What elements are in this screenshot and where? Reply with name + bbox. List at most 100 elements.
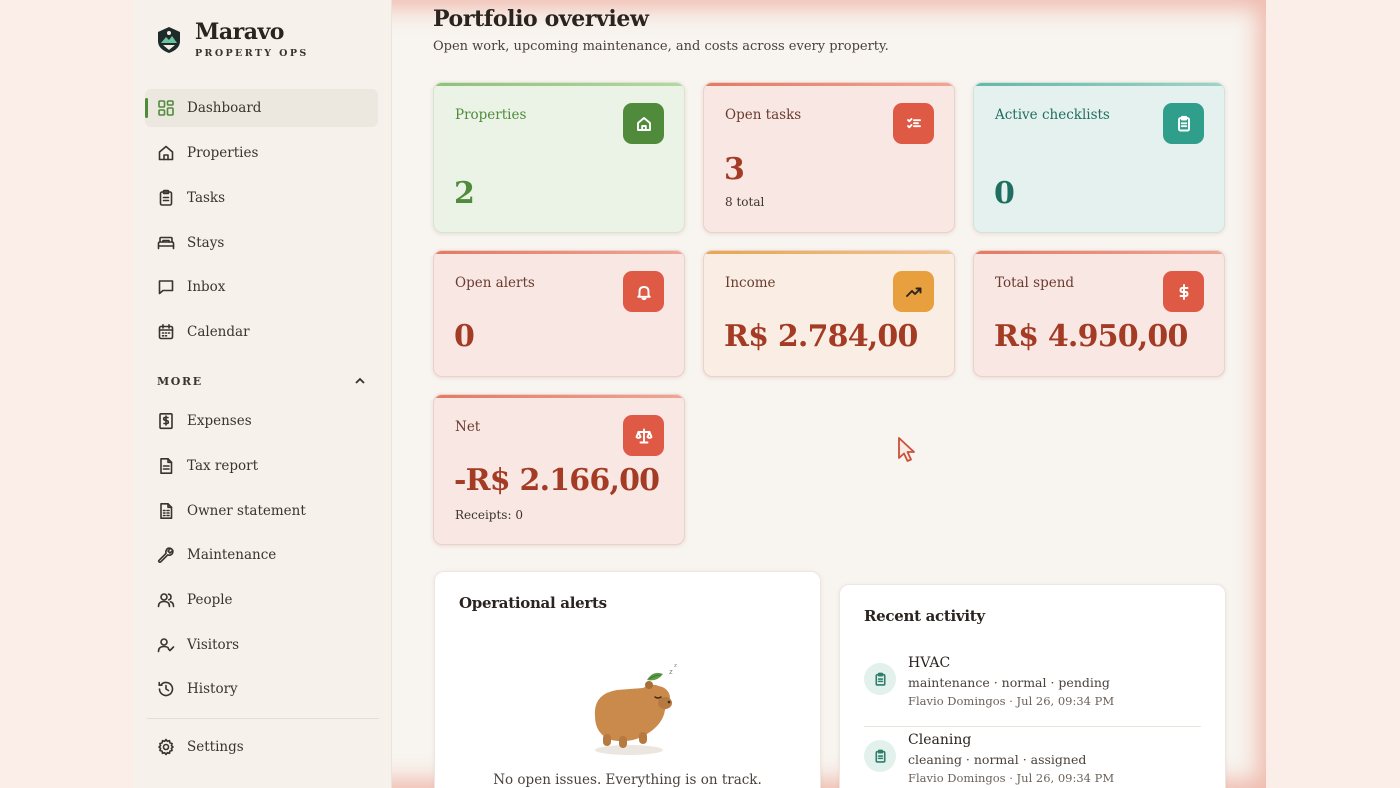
panel-title: Recent activity bbox=[864, 607, 985, 625]
sidebar-item-inbox[interactable]: Inbox bbox=[145, 268, 378, 306]
sidebar-item-maintenance[interactable]: Maintenance bbox=[145, 536, 378, 574]
recent-activity-panel: Recent activity HVAC maintenance · norma… bbox=[839, 584, 1226, 788]
sidebar-item-owner-statement[interactable]: Owner statement bbox=[145, 492, 378, 530]
stat-value: -R$ 2.166,00 bbox=[454, 463, 660, 498]
stat-value: 3 bbox=[724, 152, 745, 187]
sidebar-item-label: Tax report bbox=[187, 458, 259, 474]
page-subtitle: Open work, upcoming maintenance, and cos… bbox=[433, 39, 889, 54]
sidebar-item-calendar[interactable]: Calendar bbox=[145, 313, 378, 351]
main-content: Portfolio overview Open work, upcoming m… bbox=[392, 0, 1266, 788]
stat-value: 2 bbox=[454, 176, 475, 211]
home-icon bbox=[623, 103, 664, 144]
sidebar: Maravo PROPERTY OPS Dashboard Properties… bbox=[133, 0, 392, 788]
stat-label: Total spend bbox=[995, 275, 1075, 291]
sidebar-item-label: Tasks bbox=[187, 190, 226, 206]
sidebar-item-label: Settings bbox=[187, 739, 244, 755]
sidebar-item-tax-report[interactable]: Tax report bbox=[145, 447, 378, 485]
activity-meta: cleaning · normal · assigned bbox=[908, 752, 1087, 767]
stat-label: Net bbox=[455, 419, 481, 435]
stat-card-total-spend[interactable]: Total spend R$ 4.950,00 bbox=[973, 250, 1225, 377]
stat-label: Active checklists bbox=[995, 107, 1110, 123]
stat-label: Open alerts bbox=[455, 275, 535, 291]
activity-author-time: Flavio Domingos · Jul 26, 09:34 PM bbox=[908, 694, 1115, 708]
stat-label: Properties bbox=[455, 107, 527, 123]
checklist-icon bbox=[893, 103, 934, 144]
brand-name: Maravo bbox=[195, 19, 284, 45]
stat-label: Open tasks bbox=[725, 107, 802, 123]
stat-value: R$ 4.950,00 bbox=[994, 319, 1188, 354]
stat-card-open-alerts[interactable]: Open alerts 0 bbox=[433, 250, 685, 377]
stat-value: 0 bbox=[454, 319, 475, 354]
chevron-up-icon bbox=[355, 377, 365, 384]
sidebar-item-label: Maintenance bbox=[187, 547, 277, 563]
sidebar-item-label: Stays bbox=[187, 235, 225, 251]
receipt-dollar-icon bbox=[157, 412, 175, 430]
stat-card-active-checklists[interactable]: Active checklists 0 bbox=[973, 82, 1225, 233]
stat-note: 8 total bbox=[725, 195, 765, 209]
activity-title: Cleaning bbox=[908, 732, 972, 748]
sidebar-item-label: Expenses bbox=[187, 413, 252, 429]
sidebar-item-people[interactable]: People bbox=[145, 581, 378, 619]
home-icon bbox=[157, 144, 175, 162]
sidebar-item-stays[interactable]: Stays bbox=[145, 224, 378, 262]
activity-author-time: Flavio Domingos · Jul 26, 09:34 PM bbox=[908, 771, 1115, 785]
scale-icon bbox=[623, 415, 664, 456]
sidebar-item-label: Properties bbox=[187, 145, 259, 161]
stat-card-income[interactable]: Income R$ 2.784,00 bbox=[703, 250, 955, 377]
statement-icon bbox=[157, 502, 175, 520]
mouse-cursor-icon bbox=[898, 437, 915, 462]
sidebar-item-label: Visitors bbox=[187, 637, 240, 653]
activity-meta: maintenance · normal · pending bbox=[908, 675, 1110, 690]
stat-card-open-tasks[interactable]: Open tasks 3 8 total bbox=[703, 82, 955, 233]
stat-label: Income bbox=[725, 275, 776, 291]
sidebar-item-label: Owner statement bbox=[187, 503, 306, 519]
sidebar-item-label: Dashboard bbox=[187, 100, 262, 116]
sidebar-item-visitors[interactable]: Visitors bbox=[145, 626, 378, 664]
calendar-icon bbox=[157, 323, 175, 341]
bed-icon bbox=[157, 234, 175, 252]
sidebar-item-label: People bbox=[187, 592, 233, 608]
brand-logo-icon bbox=[158, 27, 180, 53]
more-section-label: MORE bbox=[157, 374, 203, 388]
message-icon bbox=[157, 278, 175, 296]
activity-divider bbox=[864, 726, 1201, 727]
sleeping-capybara-illustration: z z bbox=[594, 663, 677, 755]
sidebar-item-history[interactable]: History bbox=[145, 670, 378, 708]
clipboard-icon bbox=[864, 740, 896, 772]
svg-text:z: z bbox=[674, 663, 677, 669]
clipboard-icon bbox=[864, 663, 896, 695]
stat-card-properties[interactable]: Properties 2 bbox=[433, 82, 685, 233]
sidebar-item-settings[interactable]: Settings bbox=[145, 728, 378, 766]
people-icon bbox=[157, 591, 175, 609]
stat-note: Receipts: 0 bbox=[455, 508, 523, 522]
sidebar-item-expenses[interactable]: Expenses bbox=[145, 402, 378, 440]
bell-icon bbox=[623, 271, 664, 312]
sidebar-item-properties[interactable]: Properties bbox=[145, 134, 378, 172]
more-section-toggle[interactable]: MORE bbox=[157, 374, 367, 388]
stat-value: R$ 2.784,00 bbox=[724, 319, 918, 354]
activity-title: HVAC bbox=[908, 655, 951, 671]
brand[interactable]: Maravo PROPERTY OPS bbox=[157, 18, 309, 59]
history-icon bbox=[157, 680, 175, 698]
dollar-icon bbox=[1163, 271, 1204, 312]
sidebar-item-dashboard[interactable]: Dashboard bbox=[145, 89, 378, 127]
panel-title: Operational alerts bbox=[459, 594, 607, 612]
gear-icon bbox=[157, 738, 175, 756]
wrench-icon bbox=[157, 546, 175, 564]
operational-alerts-panel: Operational alerts z z No open issues. E… bbox=[434, 571, 821, 788]
sidebar-item-label: Calendar bbox=[187, 324, 250, 340]
sidebar-item-label: Inbox bbox=[187, 279, 226, 295]
page-title: Portfolio overview bbox=[433, 6, 649, 32]
dashboard-icon bbox=[157, 99, 175, 117]
clipboard-icon bbox=[1163, 103, 1204, 144]
app-window: Maravo PROPERTY OPS Dashboard Properties… bbox=[133, 0, 1266, 788]
document-icon bbox=[157, 457, 175, 475]
clipboard-icon bbox=[157, 189, 175, 207]
sidebar-item-label: History bbox=[187, 681, 238, 697]
trending-up-icon bbox=[893, 271, 934, 312]
brand-subtitle: PROPERTY OPS bbox=[195, 48, 309, 59]
stat-card-net[interactable]: Net -R$ 2.166,00 Receipts: 0 bbox=[433, 394, 685, 545]
sidebar-divider bbox=[147, 718, 379, 719]
empty-state-text: No open issues. Everything is on track. bbox=[493, 772, 762, 788]
sidebar-item-tasks[interactable]: Tasks bbox=[145, 179, 378, 217]
